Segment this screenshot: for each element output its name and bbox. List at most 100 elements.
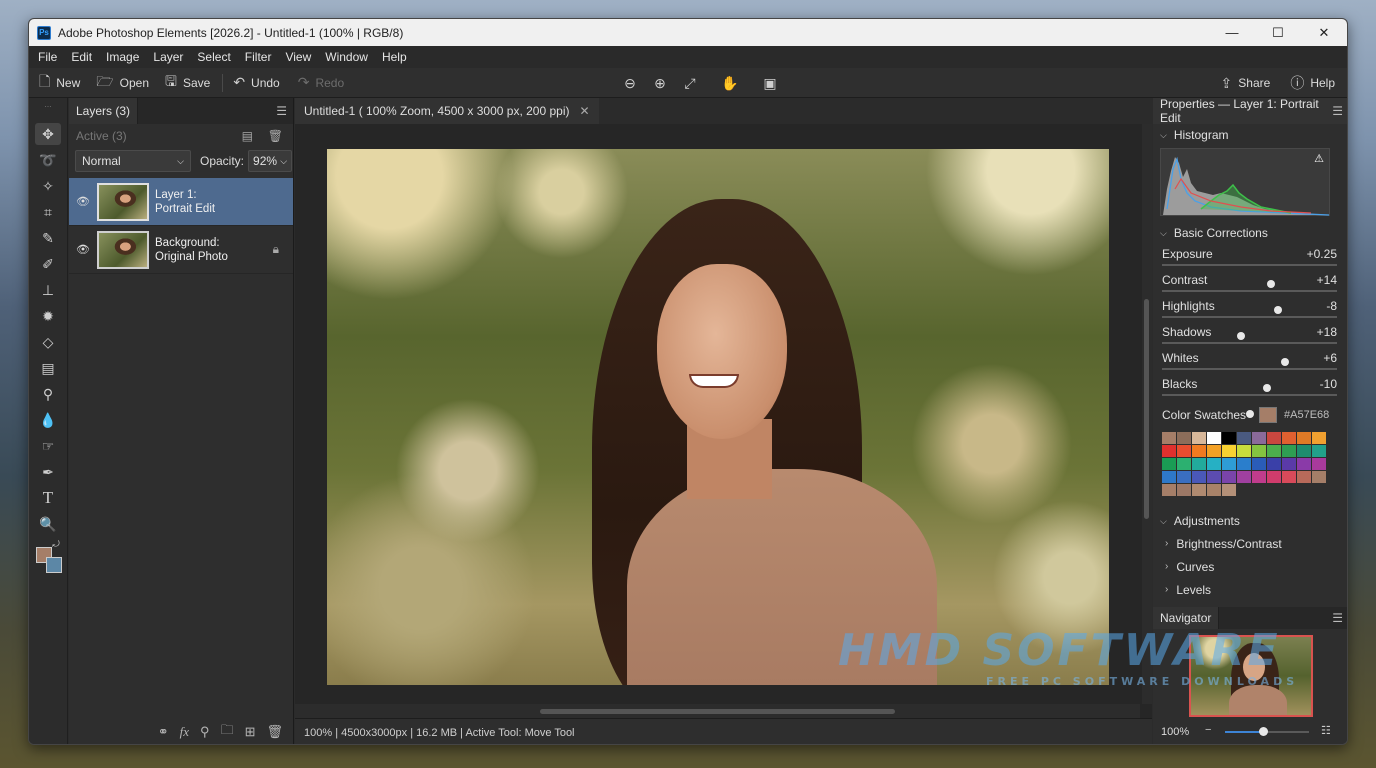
slider-track[interactable] [1162, 368, 1337, 392]
color-swatch[interactable] [1162, 458, 1176, 470]
color-swatch[interactable] [1237, 471, 1251, 483]
color-swatch[interactable] [1222, 484, 1236, 496]
tab-navigator[interactable]: Navigator [1153, 607, 1220, 629]
panel-menu-icon[interactable]: ☰ [1332, 611, 1343, 625]
color-swatch[interactable] [1162, 445, 1176, 457]
color-swatch[interactable] [1192, 432, 1206, 444]
slider-whites[interactable]: Whites +6 [1153, 348, 1347, 392]
layer-row-portrait[interactable]: 👁 Layer 1: Portrait Edit [69, 178, 293, 226]
color-swatch[interactable] [1177, 471, 1191, 483]
color-swatch[interactable] [1252, 458, 1266, 470]
background-color-swatch[interactable] [46, 557, 62, 573]
menu-window[interactable]: Window [318, 50, 375, 64]
type-icon[interactable]: T [35, 487, 61, 509]
color-swatch[interactable] [1192, 484, 1206, 496]
redo-button[interactable]: ↷ Redo [298, 74, 344, 91]
menu-select[interactable]: Select [190, 50, 237, 64]
zoom-out-icon[interactable]: ⊖ [615, 75, 645, 92]
slider-blacks[interactable]: Blacks -10 [1153, 374, 1347, 418]
magic-wand-icon[interactable]: ✧ [35, 175, 61, 197]
color-swatch[interactable] [1267, 445, 1281, 457]
undo-button[interactable]: ↶ Undo [233, 74, 279, 91]
color-swatch[interactable] [1312, 458, 1326, 470]
slider-shadows[interactable]: Shadows +18 [1153, 322, 1347, 366]
color-swatch[interactable] [1192, 445, 1206, 457]
portrait-photo[interactable] [327, 149, 1109, 685]
color-swatch[interactable] [1252, 471, 1266, 483]
visibility-eye-icon[interactable]: 👁 [69, 195, 97, 208]
scroll-thumb[interactable] [1144, 299, 1149, 519]
color-swatch[interactable] [1267, 432, 1281, 444]
gradient-icon[interactable]: ▤ [35, 357, 61, 379]
save-button[interactable]: 🖫 Save [165, 71, 210, 95]
slider-track[interactable] [1162, 394, 1337, 418]
slider-highlights[interactable]: Highlights -8 [1153, 296, 1347, 340]
color-swatch[interactable] [1177, 484, 1191, 496]
fx-icon[interactable]: fx [180, 724, 189, 740]
blend-mode-select[interactable]: Normal ⌵ [75, 150, 191, 172]
opacity-select[interactable]: 92% ⌵ [248, 150, 293, 172]
menu-layer[interactable]: Layer [146, 50, 190, 64]
swap-colors-icon[interactable]: ⤾ [49, 538, 63, 550]
minimize-icon[interactable]: — [1209, 19, 1255, 46]
hand-icon[interactable]: ✋ [715, 75, 745, 92]
color-swatch[interactable] [1222, 445, 1236, 457]
color-swatch[interactable] [1252, 445, 1266, 457]
color-swatch[interactable] [1207, 471, 1221, 483]
color-swatch[interactable] [1222, 432, 1236, 444]
zoom-slider-knob[interactable] [1258, 727, 1268, 736]
eraser-icon[interactable]: ◇ [35, 331, 61, 353]
menu-edit[interactable]: Edit [64, 50, 99, 64]
color-swatch[interactable] [1207, 458, 1221, 470]
menu-image[interactable]: Image [99, 50, 146, 64]
adjustments-header[interactable]: ⌵ Adjustments [1153, 510, 1347, 532]
color-swatch[interactable] [1282, 445, 1296, 457]
lock-icon[interactable]: 🔒︎ [273, 242, 279, 257]
adjustment-curves[interactable]: › Curves [1153, 555, 1347, 578]
document-tab[interactable]: Untitled-1 ( 100% Zoom, 4500 x 3000 px, … [295, 98, 599, 124]
color-swatch[interactable] [1177, 445, 1191, 457]
slider-track[interactable] [1162, 290, 1337, 314]
basic-corrections-header[interactable]: ⌵ Basic Corrections [1153, 222, 1347, 244]
color-swatch[interactable] [1222, 471, 1236, 483]
color-swatch[interactable] [1162, 484, 1176, 496]
zoom-in-icon[interactable]: ⊕ [645, 75, 675, 92]
color-swatch[interactable] [1207, 484, 1221, 496]
new-layer-icon[interactable]: ⊞ [245, 724, 256, 740]
zoom-out-icon[interactable]: − [1205, 724, 1211, 736]
navigator-preview[interactable] [1189, 635, 1313, 717]
slider-contrast[interactable]: Contrast +14 [1153, 270, 1347, 314]
horizontal-scrollbar[interactable] [295, 704, 1140, 718]
maximize-icon[interactable]: ☐ [1255, 19, 1301, 46]
color-swatch[interactable] [1282, 471, 1296, 483]
dodge-icon[interactable]: ⚲ [35, 383, 61, 405]
color-swatch[interactable] [1177, 432, 1191, 444]
current-swatch[interactable] [1259, 407, 1277, 423]
color-swatch[interactable] [1177, 458, 1191, 470]
color-swatch[interactable] [1282, 458, 1296, 470]
move-tool-icon[interactable]: ✥ [35, 123, 61, 145]
new-button[interactable]: 🗋 New [39, 71, 80, 95]
eyedropper-icon[interactable]: ✎ [35, 227, 61, 249]
brush-icon[interactable]: ✐ [35, 253, 61, 275]
color-swatch[interactable] [1282, 432, 1296, 444]
zoom-options-icon[interactable]: ☷ [1321, 724, 1331, 737]
adjustment-brightness-contrast[interactable]: › Brightness/Contrast [1153, 532, 1347, 555]
pen-icon[interactable]: ✒ [35, 461, 61, 483]
layer-row-background[interactable]: 👁 Background: Original Photo 🔒︎ [69, 226, 293, 274]
color-swatch[interactable] [1267, 458, 1281, 470]
share-button[interactable]: ⇪ Share [1221, 75, 1271, 92]
slider-track[interactable] [1162, 316, 1337, 340]
trash-icon[interactable]: 🗑 [266, 724, 283, 740]
histogram-header[interactable]: ⌵ Histogram [1153, 124, 1347, 146]
trash-icon[interactable]: 🗑 [268, 129, 283, 143]
tab-properties[interactable]: Properties — Layer 1: Portrait Edit [1153, 97, 1347, 125]
blur-icon[interactable]: 💧 [35, 409, 61, 431]
adjustment-search-icon[interactable]: ⚲ [200, 724, 210, 740]
folder-icon[interactable]: 🗀 [221, 721, 234, 743]
fit-screen-icon[interactable]: ⤢ [675, 75, 705, 92]
color-swatch[interactable] [1222, 458, 1236, 470]
color-swatch[interactable] [1297, 458, 1311, 470]
menu-filter[interactable]: Filter [238, 50, 279, 64]
healing-icon[interactable]: ✹ [35, 305, 61, 327]
